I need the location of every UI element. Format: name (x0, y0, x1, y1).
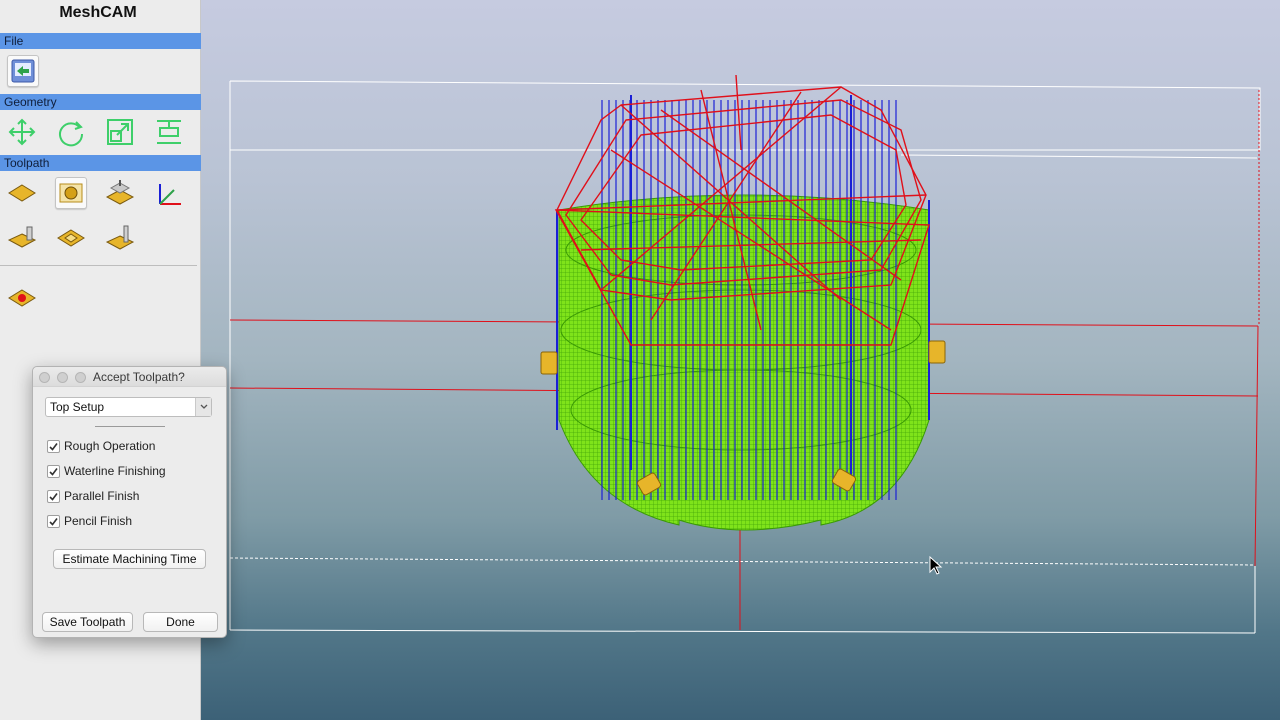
stock-icon (8, 184, 36, 202)
depth-setup-icon (7, 226, 37, 248)
stock-button[interactable] (6, 177, 38, 209)
chevron-down-icon (195, 398, 211, 416)
origin-axes-button[interactable] (153, 177, 185, 209)
waterline-finishing-row[interactable]: Waterline Finishing (47, 463, 166, 479)
pencil-finish-row[interactable]: Pencil Finish (47, 513, 132, 529)
align-button[interactable] (153, 116, 185, 148)
open-file-icon (11, 59, 35, 83)
accept-toolpath-dialog: Accept Toolpath? Top Setup Rough Operati… (32, 366, 227, 638)
machining-region-icon (105, 180, 135, 205)
plate-icon (57, 229, 85, 247)
scale-button[interactable] (104, 116, 136, 148)
minimize-window-button[interactable] (57, 372, 68, 383)
rotate-button[interactable] (55, 116, 87, 148)
rough-operation-checkbox[interactable] (47, 439, 60, 453)
setup-select[interactable]: Top Setup (45, 397, 212, 417)
dialog-title: Accept Toolpath? (93, 370, 185, 384)
move-icon (8, 118, 36, 146)
section-toolpath: Toolpath (0, 155, 201, 171)
waterline-finishing-checkbox[interactable] (47, 464, 60, 478)
close-window-button[interactable] (39, 372, 50, 383)
setup-select-value: Top Setup (50, 400, 105, 414)
move-button[interactable] (6, 116, 38, 148)
sphere-tool-icon (59, 183, 83, 203)
machining-region-button[interactable] (104, 177, 136, 209)
waterline-finishing-label: Waterline Finishing (64, 464, 166, 478)
rough-operation-label: Rough Operation (64, 439, 156, 453)
open-file-button[interactable] (7, 55, 39, 87)
rotate-icon (59, 121, 84, 147)
dialog-titlebar[interactable]: Accept Toolpath? (33, 367, 226, 387)
generate-toolpath-icon (8, 289, 36, 307)
estimate-machining-time-button[interactable]: Estimate Machining Time (53, 549, 206, 569)
check-icon (49, 467, 58, 476)
section-geometry: Geometry (0, 94, 201, 110)
save-toolpath-button[interactable]: Save Toolpath (42, 612, 133, 632)
check-icon (49, 442, 58, 451)
toolpath-render (229, 74, 1261, 634)
parallel-finish-row[interactable]: Parallel Finish (47, 488, 139, 504)
mouse-pointer-icon (929, 555, 943, 575)
plunge-moves (556, 95, 930, 500)
parallel-finish-label: Parallel Finish (64, 489, 140, 503)
app-title: MeshCAM (59, 4, 137, 21)
section-file: File (0, 33, 201, 49)
origin-axes-icon (159, 184, 181, 205)
check-icon (49, 517, 58, 526)
3d-viewport[interactable] (201, 0, 1280, 720)
parallel-finish-checkbox[interactable] (47, 489, 60, 503)
panel-divider (0, 265, 197, 266)
zoom-window-button[interactable] (75, 372, 86, 383)
tool-height-button[interactable] (104, 222, 136, 254)
done-button[interactable]: Done (143, 612, 218, 632)
check-icon (49, 492, 58, 501)
tool-height-icon (105, 225, 135, 250)
sphere-tool-button[interactable] (55, 177, 87, 209)
generate-toolpath-button[interactable] (6, 282, 38, 314)
plate-button[interactable] (55, 222, 87, 254)
pencil-finish-label: Pencil Finish (64, 514, 133, 528)
depth-setup-button[interactable] (6, 222, 38, 254)
divider (95, 426, 165, 427)
meshcam-window: MeshCAM File Geometry Toolpath Accept To… (0, 0, 1280, 720)
pencil-finish-checkbox[interactable] (47, 514, 60, 528)
align-icon (157, 120, 181, 144)
rough-operation-row[interactable]: Rough Operation (47, 438, 155, 454)
scale-icon (107, 119, 133, 145)
